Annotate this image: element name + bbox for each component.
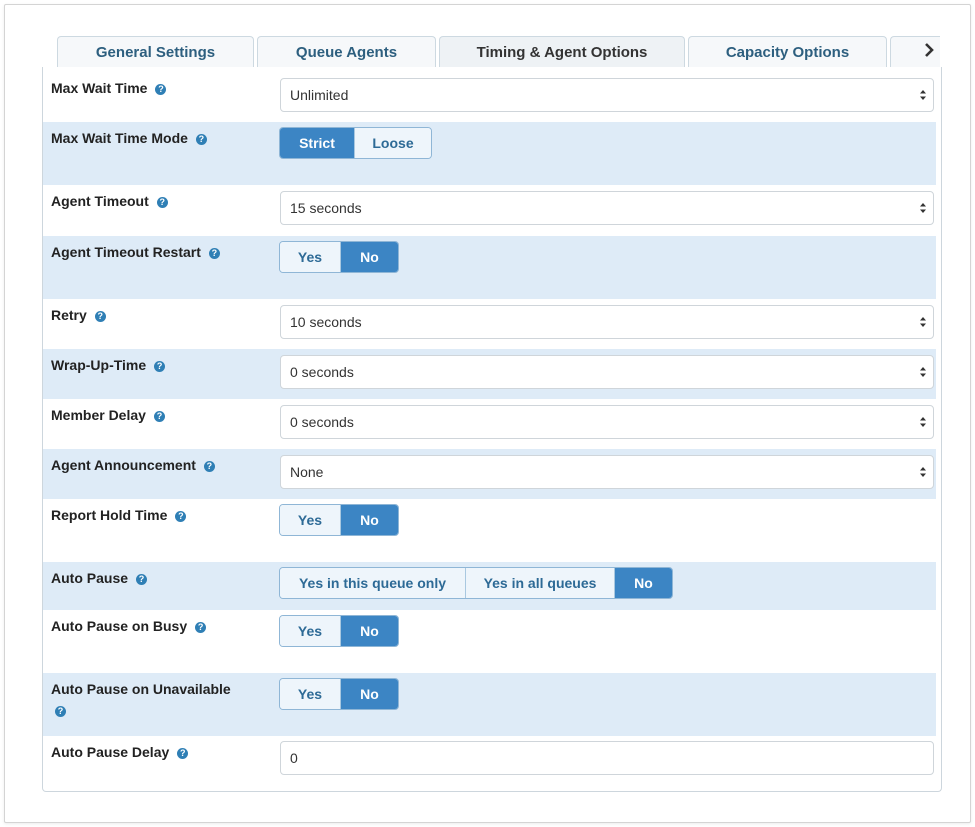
auto-pause-toggle: Yes in this queue only Yes in all queues… — [279, 567, 673, 599]
yes-button[interactable]: Yes — [280, 616, 341, 646]
agent-timeout-restart-toggle: Yes No — [279, 241, 399, 273]
field-label: Auto Pause? — [51, 569, 148, 587]
member-delay-select[interactable]: 0 seconds — [280, 405, 934, 439]
yes-button[interactable]: Yes — [280, 242, 341, 272]
field-label: Max Wait Time? — [51, 79, 167, 97]
field-label: Report Hold Time? — [51, 506, 187, 524]
strict-button[interactable]: Strict — [280, 128, 355, 158]
field-label: Member Delay? — [51, 406, 165, 424]
help-icon[interactable]: ? — [203, 461, 215, 472]
yes-in-all-queues-button[interactable]: Yes in all queues — [466, 568, 615, 598]
select-caret-icon — [920, 367, 926, 377]
field-label: Agent Announcement? — [51, 456, 215, 474]
field-label: Auto Pause on Unavailable? — [51, 681, 231, 717]
report-hold-time-toggle: Yes No — [279, 504, 399, 536]
help-icon[interactable]: ? — [155, 84, 167, 95]
row-report-hold-time: Report Hold Time? Yes No — [43, 499, 936, 562]
agent-timeout-select[interactable]: 15 seconds — [280, 191, 934, 225]
select-caret-icon — [920, 467, 926, 477]
row-auto-pause-unavailable: Auto Pause on Unavailable? Yes No — [43, 673, 936, 736]
row-max-wait-time-mode: Max Wait Time Mode? Strict Loose — [43, 122, 936, 185]
field-label: Wrap-Up-Time? — [51, 356, 166, 374]
no-button[interactable]: No — [341, 616, 398, 646]
select-caret-icon — [920, 417, 926, 427]
yes-button[interactable]: Yes — [280, 505, 341, 535]
auto-pause-busy-toggle: Yes No — [279, 615, 399, 647]
field-label: Agent Timeout Restart? — [51, 243, 220, 261]
help-icon[interactable]: ? — [136, 574, 148, 585]
agent-announcement-select[interactable]: None — [280, 455, 934, 489]
select-caret-icon — [920, 203, 926, 213]
field-label: Max Wait Time Mode? — [51, 129, 207, 147]
field-label: Agent Timeout? — [51, 192, 168, 210]
timing-options-panel: Max Wait Time? Unlimited Max Wait Time M… — [42, 67, 942, 792]
select-caret-icon — [920, 90, 926, 100]
auto-pause-delay-input[interactable]: 0 — [280, 741, 934, 775]
max-wait-time-select[interactable]: Unlimited — [280, 78, 934, 112]
help-icon[interactable]: ? — [208, 248, 220, 259]
tab-bar: General Settings Queue Agents Timing & A… — [57, 36, 947, 68]
row-agent-announcement: Agent Announcement? None — [43, 449, 936, 499]
no-button[interactable]: No — [341, 242, 398, 272]
no-button[interactable]: No — [341, 505, 398, 535]
max-wait-time-mode-toggle: Strict Loose — [279, 127, 432, 159]
row-auto-pause-delay: Auto Pause Delay? 0 — [43, 736, 936, 784]
help-icon[interactable]: ? — [55, 706, 66, 717]
select-caret-icon — [920, 317, 926, 327]
no-button[interactable]: No — [341, 679, 398, 709]
wrap-up-time-select[interactable]: 0 seconds — [280, 355, 934, 389]
row-wrap-up-time: Wrap-Up-Time? 0 seconds — [43, 349, 936, 399]
help-icon[interactable]: ? — [94, 311, 106, 322]
help-icon[interactable]: ? — [195, 622, 207, 633]
help-icon[interactable]: ? — [195, 134, 207, 145]
help-icon[interactable]: ? — [175, 511, 187, 522]
yes-in-this-queue-only-button[interactable]: Yes in this queue only — [280, 568, 466, 598]
no-button[interactable]: No — [615, 568, 672, 598]
retry-select[interactable]: 10 seconds — [280, 305, 934, 339]
row-max-wait-time: Max Wait Time? Unlimited — [43, 67, 936, 122]
loose-button[interactable]: Loose — [355, 128, 431, 158]
tab-capacity-options[interactable]: Capacity Options — [688, 36, 887, 68]
field-label: Retry? — [51, 306, 106, 324]
row-auto-pause: Auto Pause? Yes in this queue only Yes i… — [43, 562, 936, 610]
row-member-delay: Member Delay? 0 seconds — [43, 399, 936, 449]
field-label: Auto Pause Delay? — [51, 743, 189, 761]
tab-general-settings[interactable]: General Settings — [57, 36, 254, 68]
tab-queue-agents[interactable]: Queue Agents — [257, 36, 436, 68]
field-label: Auto Pause on Busy? — [51, 617, 207, 635]
help-icon[interactable]: ? — [156, 197, 168, 208]
help-icon[interactable]: ? — [153, 411, 165, 422]
help-icon[interactable]: ? — [177, 748, 189, 759]
row-auto-pause-busy: Auto Pause on Busy? Yes No — [43, 610, 936, 673]
yes-button[interactable]: Yes — [280, 679, 341, 709]
auto-pause-unavailable-toggle: Yes No — [279, 678, 399, 710]
row-agent-timeout: Agent Timeout? 15 seconds — [43, 185, 936, 236]
row-retry: Retry? 10 seconds — [43, 299, 936, 349]
help-icon[interactable]: ? — [154, 361, 166, 372]
chevron-right-icon[interactable] — [920, 38, 938, 62]
row-agent-timeout-restart: Agent Timeout Restart? Yes No — [43, 236, 936, 299]
tab-timing-agent-options[interactable]: Timing & Agent Options — [439, 36, 685, 68]
